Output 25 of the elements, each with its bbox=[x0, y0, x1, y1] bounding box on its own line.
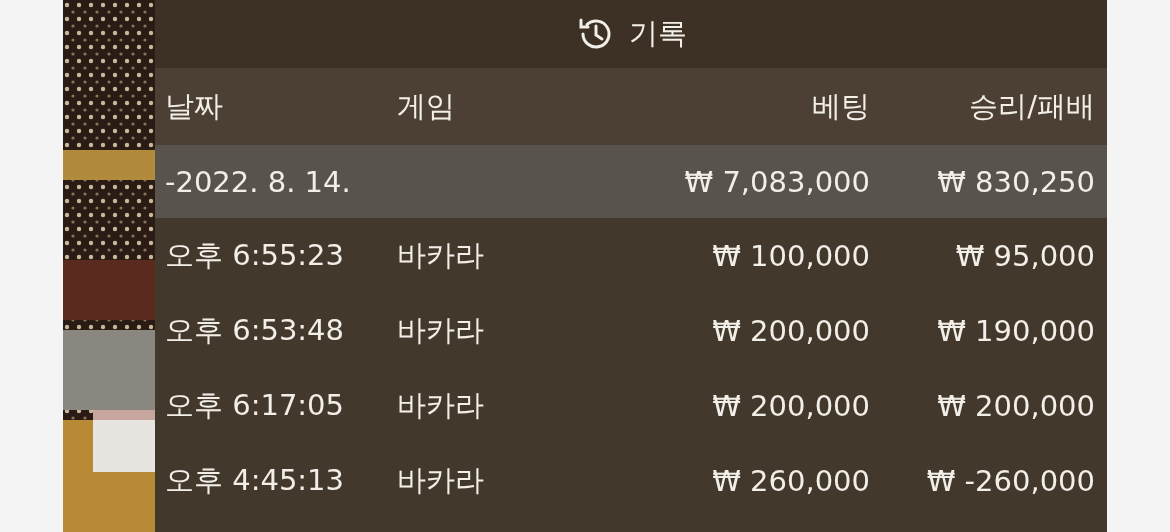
table-cell-text: ₩ 200,000 bbox=[936, 388, 1095, 423]
group-date: -2022. 8. 14. bbox=[165, 164, 352, 199]
table-cell-text: ₩ 200,000 bbox=[711, 313, 870, 348]
table-cell-text: 오후 4:45:13 bbox=[165, 461, 345, 499]
table-cell-text: 오후 6:17:05 bbox=[165, 386, 345, 424]
group-bet-total: ₩ 7,083,000 bbox=[683, 164, 870, 199]
column-header: 게임 bbox=[397, 87, 456, 125]
date-group-row[interactable]: -2022. 8. 14. ₩ 7,083,000 ₩ 830,250 bbox=[155, 145, 1107, 218]
table-cell-text: 바카라 bbox=[397, 386, 485, 424]
table-cell-text: ₩ 260,000 bbox=[711, 463, 870, 498]
table-cell-text: ₩ 190,000 bbox=[936, 313, 1095, 348]
table-cell-text: 바카라 bbox=[397, 236, 485, 274]
table-cell-text: ₩ 100,000 bbox=[711, 238, 870, 273]
table-cell-text: 오후 6:55:23 bbox=[165, 236, 345, 274]
table-cell-text: ₩ 200,000 bbox=[711, 388, 870, 423]
column-header: 날짜 bbox=[165, 87, 224, 125]
table-cell-text: ₩ 95,000 bbox=[954, 238, 1095, 273]
table-cell-text: 바카라 bbox=[397, 311, 485, 349]
panel-title: 기록 bbox=[629, 15, 687, 52]
table-cell-text: 바카라 bbox=[397, 461, 485, 499]
table-cell-text: 오후 6:53:48 bbox=[165, 311, 345, 349]
table-cell-text: ₩ -260,000 bbox=[925, 463, 1095, 498]
column-header: 승리/패배 bbox=[968, 87, 1095, 125]
column-header: 베팅 bbox=[811, 87, 870, 125]
group-result-total: ₩ 830,250 bbox=[936, 164, 1095, 199]
